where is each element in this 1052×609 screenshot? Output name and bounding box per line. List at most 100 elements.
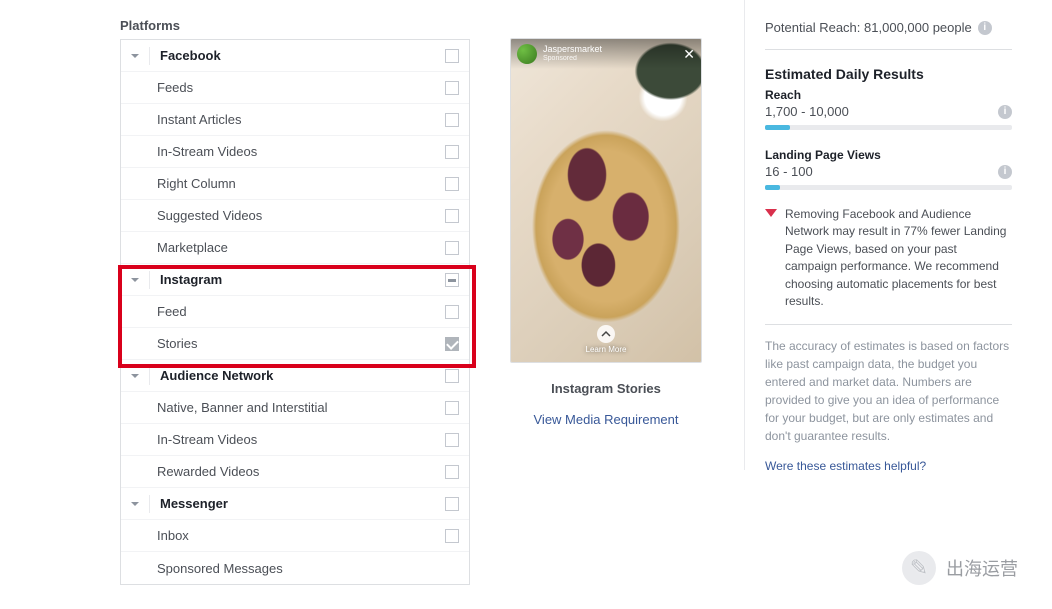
platform-tree: Facebook Feeds Instant Articles In-Stream V…	[120, 39, 470, 585]
estimates-sidebar: Potential Reach: 81,000,000 people i Est…	[744, 0, 1034, 470]
platform-group-instagram[interactable]: Instagram	[121, 264, 469, 296]
platform-child-rewarded-videos[interactable]: Rewarded Videos	[121, 456, 469, 488]
platform-child-checkbox[interactable]	[445, 337, 459, 351]
platform-group-label: Audience Network	[160, 368, 445, 383]
platform-child-label: Sponsored Messages	[121, 561, 469, 576]
story-preview-account-name: Jaspersmarket	[543, 45, 602, 55]
info-icon[interactable]: i	[998, 165, 1012, 179]
platform-child-label: In-Stream Videos	[121, 144, 445, 159]
platform-group-label: Messenger	[160, 496, 445, 511]
watermark: ✎ 出海运营	[902, 551, 1018, 585]
platform-child-label: Feeds	[121, 80, 445, 95]
story-preview-image	[511, 39, 701, 362]
potential-reach-label: Potential Reach:	[765, 20, 860, 35]
view-media-requirement-link[interactable]: View Media Requirement	[497, 412, 715, 427]
platform-child-right-column[interactable]: Right Column	[121, 168, 469, 200]
platform-child-checkbox[interactable]	[445, 81, 459, 95]
story-preview-account: Jaspersmarket Sponsored	[543, 45, 602, 63]
divider	[149, 495, 150, 513]
story-preview-header: Jaspersmarket Sponsored ✕	[511, 39, 701, 69]
divider	[149, 367, 150, 385]
platform-child-instant-articles[interactable]: Instant Articles	[121, 104, 469, 136]
placement-preview-panel: Jaspersmarket Sponsored ✕ Learn More Ins…	[497, 38, 715, 427]
platform-child-checkbox[interactable]	[445, 241, 459, 255]
estimates-disclaimer: The accuracy of estimates is based on fa…	[765, 337, 1012, 445]
platform-group-label: Facebook	[160, 48, 445, 63]
platform-child-in-stream-videos[interactable]: In-Stream Videos	[121, 136, 469, 168]
reach-bar-track	[765, 125, 1012, 130]
platform-child-stories[interactable]: Stories	[121, 328, 469, 360]
estimated-daily-results-heading: Estimated Daily Results	[765, 66, 1034, 82]
placement-warning-text: Removing Facebook and Audience Network m…	[785, 206, 1012, 310]
platform-child-label: In-Stream Videos	[121, 432, 445, 447]
platforms-heading: Platforms	[86, 0, 716, 39]
platform-group-checkbox[interactable]	[445, 497, 459, 511]
platform-child-label: Rewarded Videos	[121, 464, 445, 479]
reach-metric-range: 1,700 - 10,000	[765, 104, 849, 119]
platform-child-marketplace[interactable]: Marketplace	[121, 232, 469, 264]
info-icon[interactable]: i	[998, 105, 1012, 119]
chevron-down-icon[interactable]	[129, 50, 141, 62]
divider	[149, 47, 150, 65]
platform-child-label: Instant Articles	[121, 112, 445, 127]
platform-group-checkbox[interactable]	[445, 273, 459, 287]
platform-child-checkbox[interactable]	[445, 145, 459, 159]
divider	[149, 271, 150, 289]
warning-icon	[765, 209, 777, 217]
platform-child-checkbox[interactable]	[445, 113, 459, 127]
platform-child-inbox[interactable]: Inbox	[121, 520, 469, 552]
platform-child-checkbox[interactable]	[445, 401, 459, 415]
story-preview-account-sub: Sponsored	[543, 55, 602, 63]
story-preview-cta-label: Learn More	[586, 345, 627, 354]
lpv-metric-label: Landing Page Views	[765, 148, 1034, 162]
platform-child-checkbox[interactable]	[445, 529, 459, 543]
platform-child-label: Suggested Videos	[121, 208, 445, 223]
platform-child-feed[interactable]: Feed	[121, 296, 469, 328]
platform-child-checkbox[interactable]	[445, 433, 459, 447]
chevron-down-icon[interactable]	[129, 498, 141, 510]
platform-group-checkbox[interactable]	[445, 369, 459, 383]
story-preview-card: Jaspersmarket Sponsored ✕ Learn More	[510, 38, 702, 363]
platform-child-feeds[interactable]: Feeds	[121, 72, 469, 104]
estimates-feedback-link[interactable]: Were these estimates helpful?	[765, 459, 1034, 473]
platform-child-sponsored-messages[interactable]: Sponsored Messages	[121, 552, 469, 584]
platform-child-suggested-videos[interactable]: Suggested Videos	[121, 200, 469, 232]
divider	[765, 49, 1012, 50]
chevron-up-icon	[597, 325, 615, 343]
platform-child-checkbox[interactable]	[445, 177, 459, 191]
reach-bar-fill	[765, 125, 790, 130]
platform-child-label: Stories	[121, 336, 445, 351]
platform-child-in-stream-videos[interactable]: In-Stream Videos	[121, 424, 469, 456]
platform-group-audience-network[interactable]: Audience Network	[121, 360, 469, 392]
divider	[765, 324, 1012, 325]
platform-child-label: Marketplace	[121, 240, 445, 255]
potential-reach-line: Potential Reach: 81,000,000 people i	[765, 0, 1034, 49]
preview-caption: Instagram Stories	[497, 381, 715, 396]
chevron-down-icon[interactable]	[129, 274, 141, 286]
placement-warning: Removing Facebook and Audience Network m…	[765, 206, 1012, 310]
reach-metric-label: Reach	[765, 88, 1034, 102]
lpv-bar-fill	[765, 185, 780, 190]
platform-child-label: Feed	[121, 304, 445, 319]
story-preview-avatar	[517, 44, 537, 64]
platform-child-checkbox[interactable]	[445, 465, 459, 479]
lpv-metric-range: 16 - 100	[765, 164, 813, 179]
platform-group-checkbox[interactable]	[445, 49, 459, 63]
platform-group-label: Instagram	[160, 272, 445, 287]
platform-child-label: Right Column	[121, 176, 445, 191]
story-preview-cta[interactable]: Learn More	[511, 325, 701, 354]
watermark-text: 出海运营	[946, 555, 1018, 581]
platform-child-native-banner-and-interstitial[interactable]: Native, Banner and Interstitial	[121, 392, 469, 424]
potential-reach-value: 81,000,000 people	[864, 20, 972, 35]
platform-group-facebook[interactable]: Facebook	[121, 40, 469, 72]
platform-group-messenger[interactable]: Messenger	[121, 488, 469, 520]
info-icon[interactable]: i	[978, 21, 992, 35]
platform-child-checkbox[interactable]	[445, 209, 459, 223]
lpv-bar-track	[765, 185, 1012, 190]
platform-child-label: Inbox	[121, 528, 445, 543]
platform-child-checkbox[interactable]	[445, 305, 459, 319]
wechat-icon: ✎	[902, 551, 936, 585]
close-icon[interactable]: ✕	[683, 46, 695, 63]
platform-child-label: Native, Banner and Interstitial	[121, 400, 445, 415]
chevron-down-icon[interactable]	[129, 370, 141, 382]
